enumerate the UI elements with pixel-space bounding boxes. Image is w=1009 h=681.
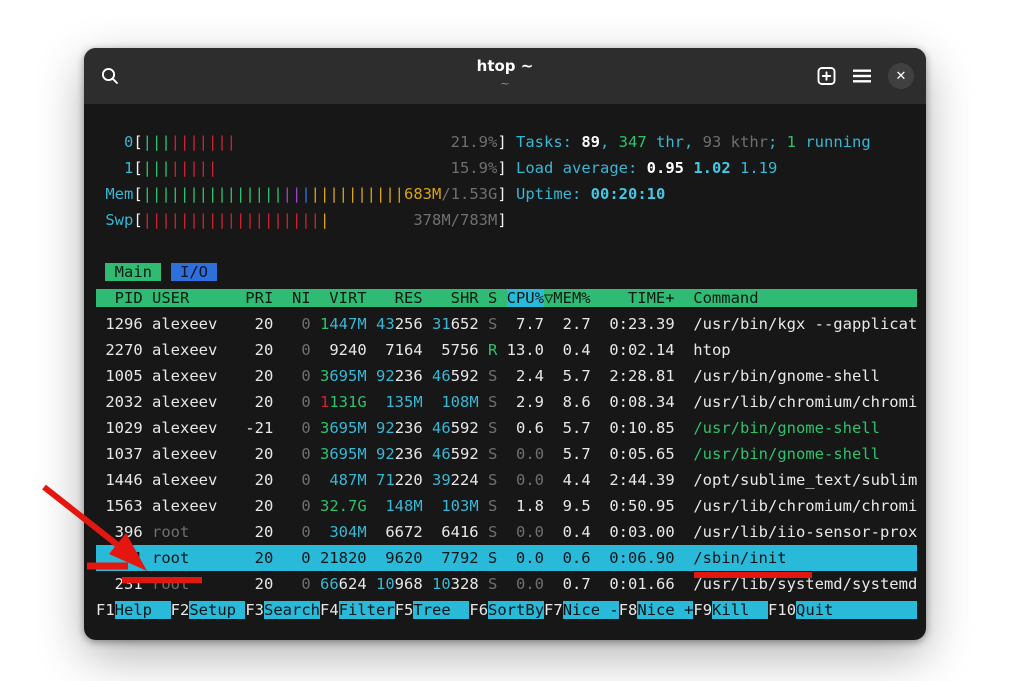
fkey-f3-button[interactable]: Search: [264, 601, 320, 619]
fkey-f10-label: F10: [768, 601, 796, 619]
fkey-f1-label: F1: [96, 601, 115, 619]
fkey-f5-label: F5: [395, 601, 414, 619]
titlebar[interactable]: htop ~ ~ ✕: [84, 48, 926, 104]
terminal-window: htop ~ ~ ✕ 0[|||||: [84, 48, 926, 640]
fkey-f1-button[interactable]: Help: [115, 601, 171, 619]
terminal-screen[interactable]: 0[|||||||||| 21.9%] Tasks: 89, 347 thr, …: [84, 104, 926, 640]
fkey-f6-label: F6: [469, 601, 488, 619]
swp-meter: Swp[|||||||||||||||||||| 378M/783M]: [96, 207, 507, 233]
process-row-1563[interactable]: 1563 alexeev 20 0 32.7G 148M 103M S 1.8 …: [96, 493, 917, 519]
mem-meter: Mem[||||||||||||||||||||||||||||683M/1.5…: [96, 181, 665, 207]
fkey-f8-label: F8: [619, 601, 638, 619]
column-header-cpu-sort[interactable]: CPU%: [507, 289, 544, 307]
window-subtitle: ~: [477, 77, 534, 90]
search-icon[interactable]: [100, 66, 120, 86]
cpu0-meter: 0[|||||||||| 21.9%] Tasks: 89, 347 thr, …: [96, 129, 871, 155]
tab-main[interactable]: Main: [105, 263, 161, 281]
fkey-f5-button[interactable]: Tree: [413, 601, 469, 619]
menu-icon[interactable]: [853, 69, 871, 83]
fkey-f2-button[interactable]: Setup: [189, 601, 245, 619]
fkey-f7-button[interactable]: Nice -: [563, 601, 619, 619]
fkey-f4-label: F4: [320, 601, 339, 619]
process-row-1446[interactable]: 1446 alexeev 20 0 487M 71220 39224 S 0.0…: [96, 467, 917, 493]
process-row-1296[interactable]: 1296 alexeev 20 0 1447M 43256 31652 S 7.…: [96, 311, 917, 337]
process-row-1029[interactable]: 1029 alexeev -21 0 3695M 92236 46592 S 0…: [96, 415, 880, 441]
process-row-231[interactable]: 231 root 20 0 66624 10968 10328 S 0.0 0.…: [96, 571, 917, 597]
close-button[interactable]: ✕: [888, 63, 914, 89]
tab-io[interactable]: I/O: [171, 263, 218, 281]
fkey-f9-button[interactable]: Kill: [712, 601, 768, 619]
function-key-bar: F1Help F2Setup F3SearchF4FilterF5Tree F6…: [96, 597, 917, 623]
new-tab-icon[interactable]: [817, 66, 836, 86]
fkey-f9-label: F9: [693, 601, 712, 619]
window-title: htop ~: [477, 57, 534, 75]
table-header[interactable]: PID USER PRI NI VIRT RES SHR S CPU%▽MEM%…: [96, 285, 917, 311]
process-row-1-init[interactable]: 1 root 20 0 21820 9620 7792 S 0.0 0.6 0:…: [96, 545, 917, 571]
fkey-f3-label: F3: [245, 601, 264, 619]
table-header-columns[interactable]: PID USER PRI NI VIRT RES SHR S: [96, 289, 507, 307]
fkey-f10-button[interactable]: Quit: [796, 601, 917, 619]
cpu1-meter: 1[|||||||| 15.9%] Load average: 0.95 1.0…: [96, 155, 777, 181]
close-icon: ✕: [896, 70, 907, 83]
fkey-f4-button[interactable]: Filter: [339, 601, 395, 619]
process-row-1005[interactable]: 1005 alexeev 20 0 3695M 92236 46592 S 2.…: [96, 363, 880, 389]
fkey-f6-button[interactable]: SortBy: [488, 601, 544, 619]
fkey-f2-label: F2: [171, 601, 190, 619]
fkey-f8-button[interactable]: Nice +: [637, 601, 693, 619]
spacer-line: [96, 233, 105, 259]
screen-tabs: Main I/O: [96, 259, 217, 285]
process-row-2032[interactable]: 2032 alexeev 20 0 1131G 135M 108M S 2.9 …: [96, 389, 917, 415]
process-row-2270[interactable]: 2270 alexeev 20 0 9240 7164 5756 R 13.0 …: [96, 337, 731, 363]
fkey-f7-label: F7: [544, 601, 563, 619]
process-row-396[interactable]: 396 root 20 0 304M 6672 6416 S 0.0 0.4 0…: [96, 519, 917, 545]
table-header-columns-right[interactable]: MEM% TIME+ Command: [553, 289, 917, 307]
process-row-1037[interactable]: 1037 alexeev 20 0 3695M 92236 46592 S 0.…: [96, 441, 880, 467]
sort-direction-icon: ▽: [544, 289, 553, 307]
